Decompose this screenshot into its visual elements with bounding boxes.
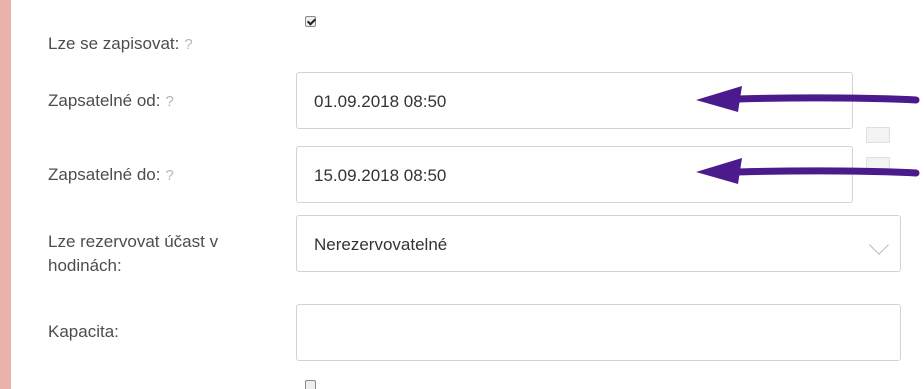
arrow-left-icon	[696, 86, 920, 112]
enrollable-from-label-text: Zapsatelné od:	[48, 91, 161, 110]
enrollable-label: Lze se zapisovat:?	[48, 32, 193, 57]
reserve-hours-select[interactable]: Nerezervovatelné	[296, 215, 901, 272]
enrollable-to-label: Zapsatelné do:?	[48, 163, 174, 188]
section-accent-bar	[0, 0, 11, 389]
enrollable-label-text: Lze se zapisovat:	[48, 34, 180, 53]
enrollable-from-label: Zapsatelné od:?	[48, 89, 174, 114]
reserve-hours-label: Lze rezervovat účast v hodinách:	[48, 230, 218, 278]
calendar-icon[interactable]	[866, 127, 890, 143]
capacity-label-text: Kapacita:	[48, 322, 119, 341]
enrollable-checkbox[interactable]	[305, 16, 316, 27]
enrollable-to-value: 15.09.2018 08:50	[314, 166, 447, 185]
capacity-input[interactable]	[296, 304, 901, 361]
capacity-label: Kapacita:	[48, 320, 119, 344]
enrollable-from-value: 01.09.2018 08:50	[314, 92, 447, 111]
help-icon[interactable]: ?	[184, 36, 192, 53]
reserve-hours-label-line2: hodinách:	[48, 256, 122, 275]
form-page: Lze se zapisovat:? Zapsatelné od:? 01.09…	[0, 0, 924, 389]
arrow-left-icon	[696, 158, 920, 184]
help-icon[interactable]: ?	[165, 93, 173, 110]
reserve-hours-value: Nerezervovatelné	[314, 235, 448, 254]
enrollable-to-label-text: Zapsatelné do:	[48, 165, 161, 184]
reserve-hours-label-line1: Lze rezervovat účast v	[48, 232, 219, 251]
help-icon[interactable]: ?	[165, 167, 173, 184]
next-checkbox[interactable]	[305, 380, 316, 389]
chevron-down-icon	[869, 235, 889, 255]
